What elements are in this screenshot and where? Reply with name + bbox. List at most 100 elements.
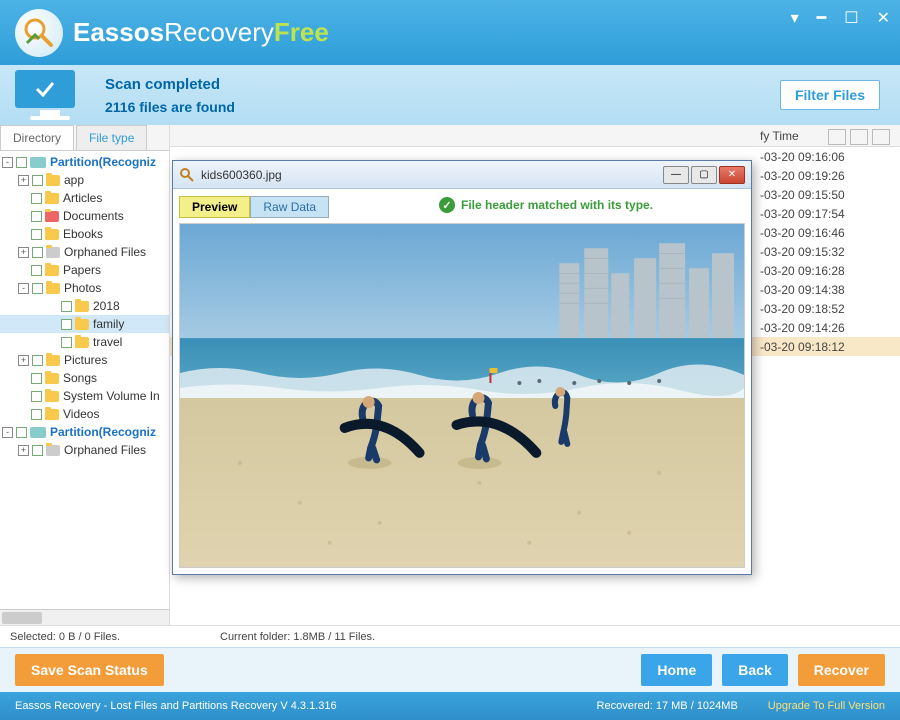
preview-minimize-button[interactable]: — <box>663 166 689 184</box>
preview-status: ✓ File header matched with its type. <box>439 197 653 213</box>
tree-item[interactable]: Videos <box>0 405 169 423</box>
view-small-icon[interactable] <box>850 129 868 145</box>
tree-label: Orphaned Files <box>64 443 146 457</box>
tree-item[interactable]: -Partition(Recogniz <box>0 153 169 171</box>
tree-item[interactable]: 2018 <box>0 297 169 315</box>
tree-checkbox[interactable] <box>16 157 27 168</box>
tree-checkbox[interactable] <box>31 373 42 384</box>
tree-checkbox[interactable] <box>31 265 42 276</box>
tree-label: Videos <box>63 407 99 421</box>
status-bar: Selected: 0 B / 0 Files. Current folder:… <box>0 625 900 647</box>
tree-label: Articles <box>63 191 102 205</box>
tree-checkbox[interactable] <box>16 427 27 438</box>
scan-title: Scan completed <box>105 76 235 93</box>
tree-label: Pictures <box>64 353 107 367</box>
cell-modify-time: -03-20 09:16:46 <box>760 226 900 240</box>
preview-tab-preview[interactable]: Preview <box>179 196 250 218</box>
folder-icon <box>46 247 60 258</box>
preview-close-button[interactable]: ✕ <box>719 166 745 184</box>
tree-expander[interactable]: + <box>18 247 29 258</box>
horizontal-scrollbar[interactable] <box>0 609 169 625</box>
tree-label: family <box>93 317 124 331</box>
app-logo <box>15 9 63 57</box>
minimize-button[interactable]: ━ <box>817 8 827 28</box>
tree-checkbox[interactable] <box>31 211 42 222</box>
tab-filetype[interactable]: File type <box>76 125 147 150</box>
home-button[interactable]: Home <box>641 654 712 686</box>
back-button[interactable]: Back <box>722 654 787 686</box>
product-label: Eassos Recovery - Lost Files and Partiti… <box>15 700 597 712</box>
tree-item[interactable]: + Orphaned Files <box>0 243 169 261</box>
tree-expander[interactable]: - <box>2 427 13 438</box>
tree-label: Documents <box>63 209 124 223</box>
tree-item[interactable]: Papers <box>0 261 169 279</box>
folder-icon <box>45 373 59 384</box>
tree-checkbox[interactable] <box>32 445 43 456</box>
upgrade-link[interactable]: Upgrade To Full Version <box>768 700 885 712</box>
tree-item[interactable]: System Volume In <box>0 387 169 405</box>
tree-checkbox[interactable] <box>61 337 72 348</box>
cell-modify-time: -03-20 09:14:38 <box>760 283 900 297</box>
view-large-icon[interactable] <box>828 129 846 145</box>
tree-checkbox[interactable] <box>61 301 72 312</box>
tree-label: travel <box>93 335 122 349</box>
tree-expander[interactable]: - <box>18 283 29 294</box>
close-button[interactable]: ✕ <box>877 8 890 28</box>
chevron-down-icon[interactable]: ▾ <box>791 8 799 28</box>
preview-maximize-button[interactable]: ▢ <box>691 166 717 184</box>
tree-item[interactable]: + Orphaned Files <box>0 441 169 459</box>
monitor-icon <box>15 70 85 120</box>
left-tabs: Directory File type <box>0 125 169 151</box>
tree-label: Orphaned Files <box>64 245 146 259</box>
tree-checkbox[interactable] <box>61 319 72 330</box>
tree-item[interactable]: travel <box>0 333 169 351</box>
tree-label: Papers <box>63 263 101 277</box>
tree-checkbox[interactable] <box>32 355 43 366</box>
folder-icon <box>46 445 60 456</box>
preview-window-controls: — ▢ ✕ <box>663 166 745 184</box>
tree-label: System Volume In <box>63 389 160 403</box>
view-list-icon[interactable] <box>872 129 890 145</box>
recover-button[interactable]: Recover <box>798 654 885 686</box>
tree-checkbox[interactable] <box>32 247 43 258</box>
tree-item[interactable]: + Pictures <box>0 351 169 369</box>
check-icon: ✓ <box>439 197 455 213</box>
tree-checkbox[interactable] <box>31 391 42 402</box>
folder-icon <box>45 391 59 402</box>
directory-tree[interactable]: - Partition(Recogniz +app Articles Documents… <box>0 151 169 609</box>
maximize-button[interactable]: ☐ <box>844 8 858 28</box>
filter-files-button[interactable]: Filter Files <box>780 80 880 110</box>
tree-item[interactable]: Articles <box>0 189 169 207</box>
tree-expander[interactable]: + <box>18 445 29 456</box>
tab-directory[interactable]: Directory <box>0 125 74 150</box>
tree-item[interactable]: family <box>0 315 169 333</box>
drive-icon <box>30 157 46 168</box>
tree-item[interactable]: - Photos <box>0 279 169 297</box>
preview-status-text: File header matched with its type. <box>461 198 653 212</box>
tree-checkbox[interactable] <box>32 175 43 186</box>
cell-modify-time: -03-20 09:19:26 <box>760 169 900 183</box>
tree-item[interactable]: +app <box>0 171 169 189</box>
preview-tab-raw-data[interactable]: Raw Data <box>250 196 329 218</box>
tree-checkbox[interactable] <box>32 283 43 294</box>
tree-expander[interactable]: - <box>2 157 13 168</box>
tree-item[interactable]: - Partition(Recogniz <box>0 423 169 441</box>
save-scan-status-button[interactable]: Save Scan Status <box>15 654 164 686</box>
view-mode-icons <box>828 129 890 145</box>
scan-subtitle: 2116 files are found <box>105 99 235 115</box>
tree-label: Photos <box>64 281 101 295</box>
tree-label: Partition(Recogniz <box>50 425 156 439</box>
folder-icon <box>45 229 59 240</box>
scan-text: Scan completed 2116 files are found <box>105 76 235 115</box>
tree-checkbox[interactable] <box>31 193 42 204</box>
tree-item[interactable]: Ebooks <box>0 225 169 243</box>
preview-titlebar[interactable]: kids600360.jpg — ▢ ✕ <box>173 161 751 189</box>
scan-status-bar: Scan completed 2116 files are found Filt… <box>0 65 900 125</box>
tree-checkbox[interactable] <box>31 229 42 240</box>
tree-checkbox[interactable] <box>31 409 42 420</box>
tree-item[interactable]: Documents <box>0 207 169 225</box>
tree-item[interactable]: Songs <box>0 369 169 387</box>
tree-expander[interactable]: + <box>18 175 29 186</box>
tree-expander[interactable]: + <box>18 355 29 366</box>
table-header[interactable]: fy Time <box>170 125 900 147</box>
